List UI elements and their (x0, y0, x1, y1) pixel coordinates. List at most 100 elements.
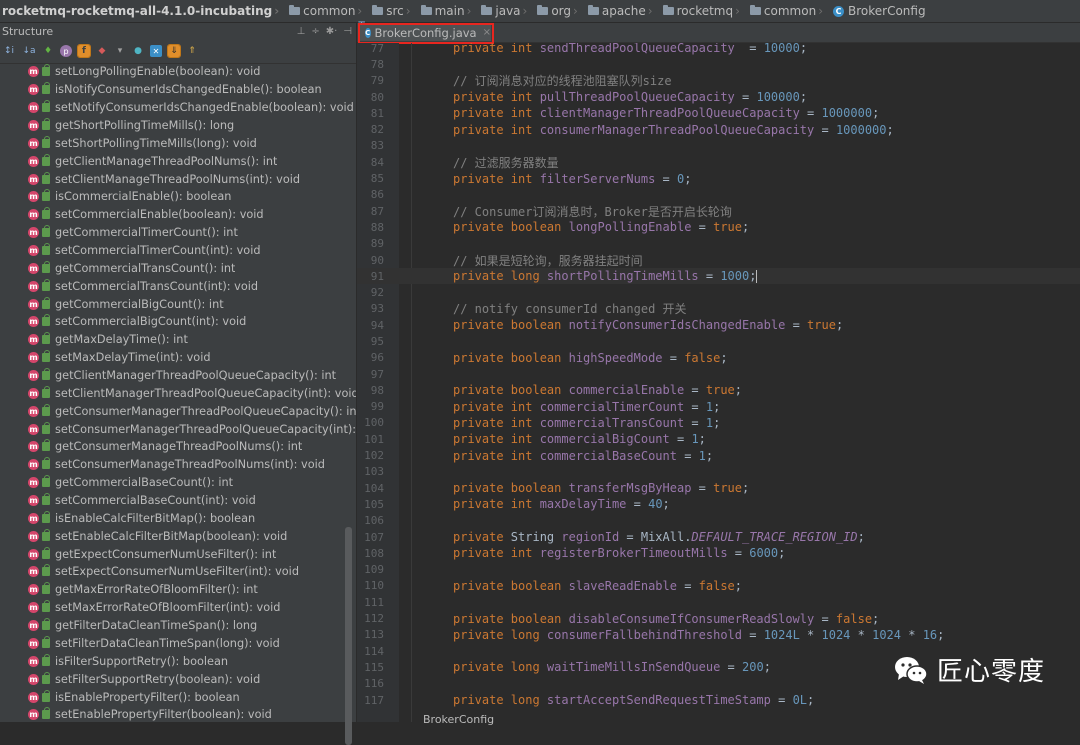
structure-method-item[interactable]: m setMaxDelayTime(int): void (0, 349, 356, 367)
show-properties-icon[interactable]: p (60, 45, 72, 57)
code-line[interactable]: 92 (357, 284, 1080, 300)
code-line[interactable]: 109 (357, 562, 1080, 578)
show-inherited-icon[interactable]: ♦ (42, 45, 54, 57)
code-line[interactable]: 93 // notify consumerId changed 开关 (357, 301, 1080, 317)
structure-method-item[interactable]: m isCommercialEnable(): boolean (0, 188, 356, 206)
structure-method-item[interactable]: m setCommercialEnable(boolean): void (0, 206, 356, 224)
code-line[interactable]: 97 (357, 366, 1080, 382)
structure-method-item[interactable]: m setClientManagerThreadPoolQueueCapacity… (0, 384, 356, 402)
structure-method-item[interactable]: m setExpectConsumerNumUseFilter(int): voi… (0, 563, 356, 581)
show-anonymous-icon[interactable]: ● (132, 45, 144, 57)
code-line[interactable]: 104 private boolean transferMsgByHeap = t… (357, 480, 1080, 496)
code-line[interactable]: 96 private boolean highSpeedMode = false; (357, 350, 1080, 366)
code-line[interactable]: 102 private int commercialBaseCount = 1; (357, 447, 1080, 463)
breadcrumb-item[interactable]: common › (286, 4, 369, 18)
breadcrumb-item[interactable]: rocketmq-rocketmq-all-4.1.0-incubating › (0, 4, 286, 18)
breadcrumb-item[interactable]: main › (418, 4, 479, 18)
structure-method-item[interactable]: m isEnablePropertyFilter(): boolean (0, 688, 356, 706)
show-fields-icon[interactable]: f (77, 44, 91, 58)
code-line[interactable]: 99 private int commercialTimerCount = 1; (357, 399, 1080, 415)
structure-method-item[interactable]: m setFilterSupportRetry(boolean): void (0, 670, 356, 688)
code-line[interactable]: 95 (357, 333, 1080, 349)
structure-method-item[interactable]: m getExpectConsumerNumUseFilter(): int (0, 545, 356, 563)
structure-method-item[interactable]: m getClientManageThreadPoolNums(): int (0, 152, 356, 170)
editor-breadcrumb[interactable]: BrokerConfig (423, 713, 494, 726)
structure-method-item[interactable]: m isFilterSupportRetry(): boolean (0, 652, 356, 670)
structure-method-item[interactable]: m setShortPollingTimeMills(long): void (0, 134, 356, 152)
breadcrumb-item[interactable]: src › (369, 4, 417, 18)
code-line[interactable]: 110 private boolean slaveReadEnable = fal… (357, 578, 1080, 594)
structure-method-item[interactable]: m getMaxErrorRateOfBloomFilter(): int (0, 581, 356, 599)
structure-method-item[interactable]: m setConsumerManageThreadPoolNums(int): v… (0, 456, 356, 474)
structure-method-item[interactable]: m setNotifyConsumerIdsChangedEnable(boole… (0, 99, 356, 117)
code-line[interactable]: 108 private int registerBrokerTimeoutMill… (357, 545, 1080, 561)
structure-method-item[interactable]: m setCommercialTimerCount(int): void (0, 242, 356, 260)
code-area[interactable]: 77 private int sendThreadPoolQueueCapacit… (357, 43, 1080, 722)
autoscroll-to-source-icon[interactable]: ⇓ (167, 44, 181, 58)
structure-method-item[interactable]: m getMaxDelayTime(): int (0, 331, 356, 349)
code-line[interactable]: 86 (357, 187, 1080, 203)
structure-method-item[interactable]: m getConsumerManagerThreadPoolQueueCapaci… (0, 402, 356, 420)
structure-method-item[interactable]: m setConsumerManagerThreadPoolQueueCapaci… (0, 420, 356, 438)
code-text: private long startAcceptSendRequestTimeS… (453, 693, 814, 707)
code-line[interactable]: 84 // 过滤服务器数量 (357, 154, 1080, 170)
breadcrumb-item[interactable]: C BrokerConfig (830, 4, 929, 18)
code-line[interactable]: 79 // 订阅消息对应的线程池阻塞队列size (357, 73, 1080, 89)
code-line[interactable]: 106 (357, 513, 1080, 529)
show-non-public-icon[interactable]: ◆ (96, 45, 108, 57)
structure-method-item[interactable]: m setEnablePropertyFilter(boolean): void (0, 706, 356, 722)
code-line[interactable]: 103 (357, 464, 1080, 480)
breadcrumb-item[interactable]: rocketmq › (660, 4, 747, 18)
structure-method-item[interactable]: m getCommercialTimerCount(): int (0, 224, 356, 242)
structure-method-item[interactable]: m getFilterDataCleanTimeSpan(): long (0, 617, 356, 635)
code-line[interactable]: 77 private int sendThreadPoolQueueCapacit… (357, 43, 1080, 56)
structure-method-item[interactable]: m setMaxErrorRateOfBloomFilter(int): void (0, 599, 356, 617)
code-line[interactable]: 88 private boolean longPollingEnable = tr… (357, 219, 1080, 235)
structure-method-item[interactable]: m isEnableCalcFilterBitMap(): boolean (0, 509, 356, 527)
code-line[interactable]: 82 private int consumerManagerThreadPoolQ… (357, 121, 1080, 137)
code-line[interactable]: 113 private long consumerFallbehindThresh… (357, 627, 1080, 643)
show-lambdas-icon[interactable]: ▾ (114, 45, 126, 57)
structure-method-item[interactable]: m getClientManagerThreadPoolQueueCapacity… (0, 367, 356, 385)
code-line[interactable]: 98 private boolean commercialEnable = tru… (357, 382, 1080, 398)
structure-method-item[interactable]: m setEnableCalcFilterBitMap(boolean): voi… (0, 527, 356, 545)
structure-method-item[interactable]: m setCommercialTransCount(int): void (0, 277, 356, 295)
show-fields-blue-icon[interactable]: ✕ (150, 45, 162, 57)
autoscroll-from-source-icon[interactable]: ⇑ (186, 45, 198, 57)
code-line[interactable]: 112 private boolean disableConsumeIfConsu… (357, 610, 1080, 626)
breadcrumb-item[interactable]: org › (534, 4, 585, 18)
code-line[interactable]: 81 private int clientManagerThreadPoolQue… (357, 105, 1080, 121)
structure-method-item[interactable]: m setCommercialBaseCount(int): void (0, 492, 356, 510)
breadcrumb-item[interactable]: apache › (585, 4, 660, 18)
structure-method-item[interactable]: m setClientManageThreadPoolNums(int): voi… (0, 170, 356, 188)
structure-method-item[interactable]: m getConsumerManageThreadPoolNums(): int (0, 438, 356, 456)
code-line[interactable]: 80 private int pullThreadPoolQueueCapacit… (357, 89, 1080, 105)
code-line[interactable]: 83 (357, 138, 1080, 154)
breadcrumb-item[interactable]: common › (747, 4, 830, 18)
sort-by-type-icon[interactable]: ↕i (2, 45, 16, 57)
code-line[interactable]: 89 (357, 236, 1080, 252)
code-line[interactable]: 107 private String regionId = MixAll.DEFA… (357, 529, 1080, 545)
code-line[interactable]: 90 // 如果是短轮询，服务器挂起时间 (357, 252, 1080, 268)
code-line[interactable]: 111 (357, 594, 1080, 610)
code-line[interactable]: 87 // Consumer订阅消息时，Broker是否开启长轮询 (357, 203, 1080, 219)
structure-method-item[interactable]: m getCommercialBaseCount(): int (0, 474, 356, 492)
code-line[interactable]: 100 private int commercialTransCount = 1; (357, 415, 1080, 431)
code-line[interactable]: 78 (357, 56, 1080, 72)
code-line[interactable]: 117 private long startAcceptSendRequestTi… (357, 692, 1080, 708)
structure-method-item[interactable]: m getCommercialBigCount(): int (0, 295, 356, 313)
structure-method-item[interactable]: m getCommercialTransCount(): int (0, 259, 356, 277)
structure-method-item[interactable]: m setFilterDataCleanTimeSpan(long): void (0, 635, 356, 653)
sort-alphabetically-icon[interactable]: ↓a (22, 45, 36, 57)
structure-scrollbar[interactable] (345, 527, 352, 745)
code-line[interactable]: 94 private boolean notifyConsumerIdsChang… (357, 317, 1080, 333)
structure-method-item[interactable]: m getShortPollingTimeMills(): long (0, 117, 356, 135)
breadcrumb-item[interactable]: java › (478, 4, 534, 18)
code-line[interactable]: 105 private int maxDelayTime = 40; (357, 496, 1080, 512)
code-line[interactable]: 91 private long shortPollingTimeMills = 1… (357, 268, 1080, 285)
structure-method-item[interactable]: m setCommercialBigCount(int): void (0, 313, 356, 331)
structure-method-item[interactable]: m isNotifyConsumerIdsChangedEnable(): boo… (0, 81, 356, 99)
code-line[interactable]: 85 private int filterServerNums = 0; (357, 170, 1080, 186)
structure-method-item[interactable]: m setLongPollingEnable(boolean): void (0, 63, 356, 81)
code-line[interactable]: 101 private int commercialBigCount = 1; (357, 431, 1080, 447)
